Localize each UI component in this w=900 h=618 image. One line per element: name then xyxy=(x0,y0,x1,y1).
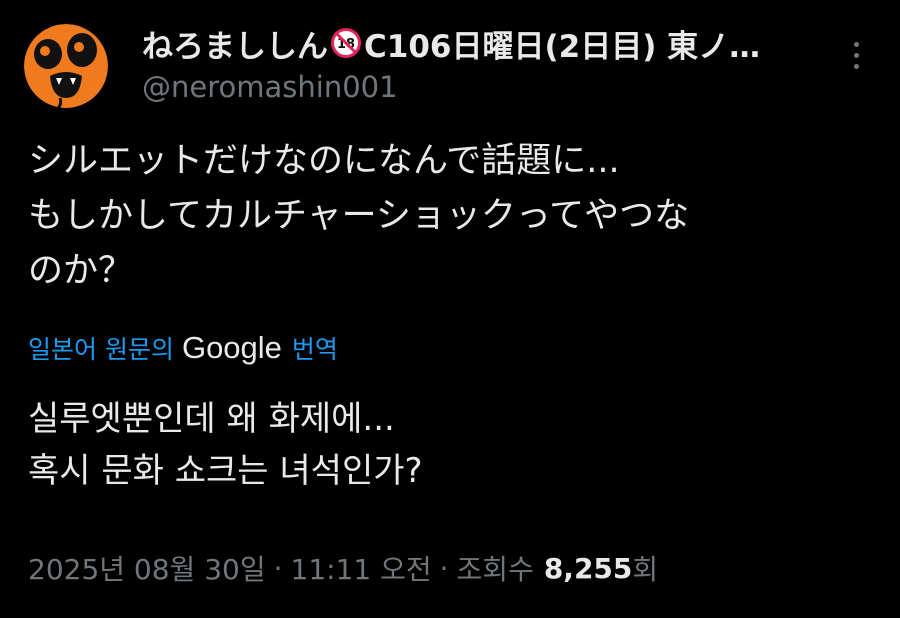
tweet-text-line: もしかしてカルチャーショックってやつな xyxy=(28,196,690,236)
tweet-date[interactable]: 2025년 08월 30일 xyxy=(28,548,266,588)
author-handle[interactable]: @neromashin001 xyxy=(142,70,398,104)
more-options-button[interactable] xyxy=(846,38,870,74)
tweet-text-line: のか？ xyxy=(28,251,134,291)
google-logo: Google xyxy=(181,330,282,365)
no-under-18-icon: 18 xyxy=(330,27,362,59)
translated-text: 실루엣뿐인데 왜 화제에... 혹시 문화 쇼크는 녀석인가? xyxy=(28,393,878,497)
views-label: 조회수 xyxy=(456,553,534,586)
tweet-card: ねろまししん 18 C106日曜日(2日目) 東ノ… @neromashin00… xyxy=(0,0,900,618)
more-options-icon xyxy=(854,64,859,69)
meta-separator: · xyxy=(273,551,283,585)
meta-separator: · xyxy=(439,551,449,585)
display-name-prefix[interactable]: ねろまししん xyxy=(142,21,328,66)
tweet-text: シルエットだけなのになんで話題に... もしかしてカルチャーショックってやつな … xyxy=(28,134,878,299)
views-unit: 회 xyxy=(632,553,659,586)
more-options-icon xyxy=(854,53,859,58)
author-name-row[interactable]: ねろまししん 18 C106日曜日(2日目) 東ノ… xyxy=(142,20,832,66)
orange-face-avatar-icon xyxy=(24,24,108,108)
tweet-text-line: シルエットだけなのになんで話題に... xyxy=(28,141,620,181)
avatar[interactable] xyxy=(24,24,108,108)
more-options-icon xyxy=(854,42,859,47)
translation-attribution[interactable]: 일본어 원문의 Google 번역 xyxy=(28,328,338,368)
tweet-meta: 2025년 08월 30일 · 11:11 오전 · 조회수 8,255 회 xyxy=(28,546,658,590)
views-count[interactable]: 8,255 xyxy=(544,552,633,585)
translation-suffix[interactable]: 번역 xyxy=(292,330,338,366)
translated-text-line: 혹시 문화 쇼크는 녀석인가? xyxy=(28,451,423,491)
translation-prefix[interactable]: 일본어 원문의 xyxy=(28,330,174,366)
tweet-time[interactable]: 11:11 오전 xyxy=(291,548,432,588)
display-name-suffix[interactable]: C106日曜日(2日目) 東ノ… xyxy=(364,21,760,66)
translated-text-line: 실루엣뿐인데 왜 화제에... xyxy=(28,399,395,439)
